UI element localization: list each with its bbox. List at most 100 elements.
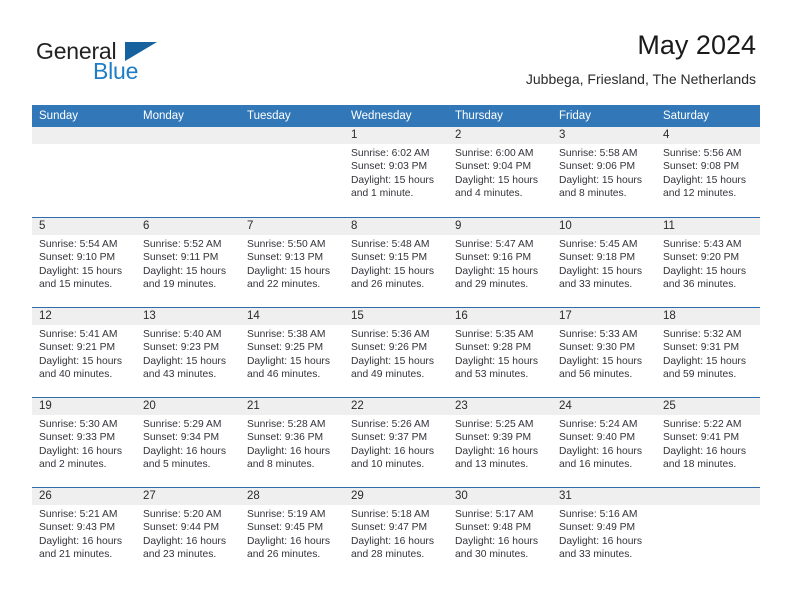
day-details: Sunrise: 5:33 AM Sunset: 9:30 PM Daylight:… bbox=[559, 328, 650, 382]
calendar-day-cell[interactable]: 23 Sunrise: 5:25 AM Sunset: 9:39 PM Dayligh… bbox=[448, 398, 552, 487]
day-detail-line: and 29 minutes. bbox=[455, 279, 529, 291]
brand-logo[interactable]: General Blue bbox=[36, 38, 236, 94]
calendar-day-cell[interactable]: 9 Sunrise: 5:47 AM Sunset: 9:16 PM Daylight… bbox=[448, 218, 552, 307]
day-details: Sunrise: 5:30 AM Sunset: 9:33 PM Daylight:… bbox=[39, 418, 130, 472]
calendar-day-cell[interactable]: 7 Sunrise: 5:50 AM Sunset: 9:13 PM Daylight… bbox=[240, 218, 344, 307]
day-detail-line: Sunset: 9:03 PM bbox=[351, 161, 428, 173]
calendar-week-row: 26 Sunrise: 5:21 AM Sunset: 9:43 PM Dayligh… bbox=[32, 487, 760, 577]
day-details: Sunrise: 5:25 AM Sunset: 9:39 PM Daylight:… bbox=[455, 418, 546, 472]
day-detail-line: Sunset: 9:04 PM bbox=[455, 161, 532, 173]
calendar-grid: Sunday Monday Tuesday Wednesday Thursday Frid… bbox=[32, 105, 760, 577]
calendar-day-cell[interactable]: 19 Sunrise: 5:30 AM Sunset: 9:33 PM Dayligh… bbox=[32, 398, 136, 487]
day-detail-line: Daylight: 16 hours bbox=[39, 535, 122, 547]
day-detail-line: and 4 minutes. bbox=[455, 188, 523, 200]
day-detail-line: Daylight: 15 hours bbox=[247, 265, 330, 277]
calendar-day-cell[interactable]: 1 Sunrise: 6:02 AM Sunset: 9:03 PM Daylight… bbox=[344, 127, 448, 217]
day-details: Sunrise: 5:52 AM Sunset: 9:11 PM Daylight:… bbox=[143, 238, 234, 292]
weekday-header-wednesday: Wednesday bbox=[351, 110, 412, 122]
day-detail-line: Sunrise: 5:18 AM bbox=[351, 509, 430, 520]
calendar-day-cell[interactable]: 30 Sunrise: 5:17 AM Sunset: 9:48 PM Dayligh… bbox=[448, 488, 552, 577]
day-detail-line: and 49 minutes. bbox=[351, 369, 425, 381]
day-detail-line: Sunset: 9:33 PM bbox=[39, 432, 116, 444]
day-number: 3 bbox=[559, 129, 566, 141]
calendar-day-cell[interactable]: 12 Sunrise: 5:41 AM Sunset: 9:21 PM Dayligh… bbox=[32, 308, 136, 397]
day-detail-line: Sunset: 9:23 PM bbox=[143, 342, 220, 354]
day-detail-line: and 19 minutes. bbox=[143, 279, 217, 291]
weekday-header-tuesday: Tuesday bbox=[247, 110, 291, 122]
day-number bbox=[143, 127, 234, 144]
day-detail-line: Sunset: 9:18 PM bbox=[559, 252, 636, 264]
calendar-day-cell[interactable]: 27 Sunrise: 5:20 AM Sunset: 9:44 PM Dayligh… bbox=[136, 488, 240, 577]
day-detail-line: Sunset: 9:08 PM bbox=[663, 161, 740, 173]
day-number: 8 bbox=[351, 220, 358, 232]
calendar-day-cell[interactable]: 18 Sunrise: 5:32 AM Sunset: 9:31 PM Dayligh… bbox=[656, 308, 760, 397]
day-number: 4 bbox=[663, 129, 670, 141]
day-detail-line: Sunrise: 5:17 AM bbox=[455, 509, 534, 520]
day-number: 30 bbox=[455, 490, 468, 502]
calendar-day-cell[interactable]: 17 Sunrise: 5:33 AM Sunset: 9:30 PM Dayligh… bbox=[552, 308, 656, 397]
day-detail-line: Daylight: 15 hours bbox=[143, 355, 226, 367]
day-detail-line: and 5 minutes. bbox=[143, 459, 211, 471]
day-number: 25 bbox=[663, 400, 676, 412]
calendar-day-cell[interactable]: 4 Sunrise: 5:56 AM Sunset: 9:08 PM Daylight… bbox=[656, 127, 760, 217]
calendar-day-cell[interactable]: 11 Sunrise: 5:43 AM Sunset: 9:20 PM Dayligh… bbox=[656, 218, 760, 307]
calendar-day-cell[interactable]: 6 Sunrise: 5:52 AM Sunset: 9:11 PM Daylight… bbox=[136, 218, 240, 307]
day-number: 7 bbox=[247, 220, 254, 232]
day-detail-line: and 26 minutes. bbox=[351, 279, 425, 291]
day-number bbox=[247, 127, 338, 144]
calendar-day-cell[interactable]: 26 Sunrise: 5:21 AM Sunset: 9:43 PM Dayligh… bbox=[32, 488, 136, 577]
day-details: Sunrise: 5:54 AM Sunset: 9:10 PM Daylight:… bbox=[39, 238, 130, 292]
day-detail-line: Daylight: 15 hours bbox=[351, 265, 434, 277]
calendar-day-cell[interactable]: 10 Sunrise: 5:45 AM Sunset: 9:18 PM Dayligh… bbox=[552, 218, 656, 307]
day-number: 17 bbox=[559, 310, 572, 322]
calendar-day-cell[interactable]: 8 Sunrise: 5:48 AM Sunset: 9:15 PM Daylight… bbox=[344, 218, 448, 307]
day-detail-line: Daylight: 15 hours bbox=[663, 355, 746, 367]
day-detail-line: Sunset: 9:44 PM bbox=[143, 522, 220, 534]
calendar-day-cell[interactable]: 22 Sunrise: 5:26 AM Sunset: 9:37 PM Dayligh… bbox=[344, 398, 448, 487]
day-detail-line: Daylight: 15 hours bbox=[455, 265, 538, 277]
day-detail-line: Sunset: 9:41 PM bbox=[663, 432, 740, 444]
day-number: 27 bbox=[143, 490, 156, 502]
calendar-day-cell[interactable]: 28 Sunrise: 5:19 AM Sunset: 9:45 PM Dayligh… bbox=[240, 488, 344, 577]
calendar-week-row: 12 Sunrise: 5:41 AM Sunset: 9:21 PM Dayligh… bbox=[32, 307, 760, 397]
calendar-day-cell[interactable]: 16 Sunrise: 5:35 AM Sunset: 9:28 PM Dayligh… bbox=[448, 308, 552, 397]
day-detail-line: Sunrise: 5:38 AM bbox=[247, 329, 326, 340]
day-detail-line: Daylight: 16 hours bbox=[559, 535, 642, 547]
calendar-day-cell[interactable]: 31 Sunrise: 5:16 AM Sunset: 9:49 PM Dayligh… bbox=[552, 488, 656, 577]
day-details: Sunrise: 5:56 AM Sunset: 9:08 PM Daylight:… bbox=[663, 147, 754, 201]
day-detail-line: Sunrise: 5:35 AM bbox=[455, 329, 534, 340]
calendar-day-cell[interactable]: 25 Sunrise: 5:22 AM Sunset: 9:41 PM Dayligh… bbox=[656, 398, 760, 487]
day-detail-line: Sunset: 9:06 PM bbox=[559, 161, 636, 173]
day-detail-line: Daylight: 16 hours bbox=[143, 535, 226, 547]
calendar-day-cell[interactable]: 13 Sunrise: 5:40 AM Sunset: 9:23 PM Dayligh… bbox=[136, 308, 240, 397]
calendar-day-cell[interactable]: 29 Sunrise: 5:18 AM Sunset: 9:47 PM Dayligh… bbox=[344, 488, 448, 577]
calendar-day-cell[interactable]: 24 Sunrise: 5:24 AM Sunset: 9:40 PM Dayligh… bbox=[552, 398, 656, 487]
day-details: Sunrise: 5:35 AM Sunset: 9:28 PM Daylight:… bbox=[455, 328, 546, 382]
day-detail-line: and 36 minutes. bbox=[663, 279, 737, 291]
day-number bbox=[39, 127, 130, 144]
calendar-day-cell[interactable]: 14 Sunrise: 5:38 AM Sunset: 9:25 PM Dayligh… bbox=[240, 308, 344, 397]
day-number: 12 bbox=[39, 310, 52, 322]
day-detail-line: Sunset: 9:13 PM bbox=[247, 252, 324, 264]
calendar-day-cell[interactable]: 20 Sunrise: 5:29 AM Sunset: 9:34 PM Dayligh… bbox=[136, 398, 240, 487]
calendar-week-row: 19 Sunrise: 5:30 AM Sunset: 9:33 PM Dayligh… bbox=[32, 397, 760, 487]
day-detail-line: and 56 minutes. bbox=[559, 369, 633, 381]
day-detail-line: Daylight: 16 hours bbox=[455, 445, 538, 457]
day-detail-line: Sunrise: 5:47 AM bbox=[455, 239, 534, 250]
calendar-day-cell[interactable]: 3 Sunrise: 5:58 AM Sunset: 9:06 PM Daylight… bbox=[552, 127, 656, 217]
day-details: Sunrise: 5:45 AM Sunset: 9:18 PM Daylight:… bbox=[559, 238, 650, 292]
day-details: Sunrise: 5:47 AM Sunset: 9:16 PM Daylight:… bbox=[455, 238, 546, 292]
day-number: 11 bbox=[663, 220, 675, 232]
calendar-day-cell[interactable]: 5 Sunrise: 5:54 AM Sunset: 9:10 PM Daylight… bbox=[32, 218, 136, 307]
calendar-day-cell[interactable]: 2 Sunrise: 6:00 AM Sunset: 9:04 PM Daylight… bbox=[448, 127, 552, 217]
weekday-header-row: Sunday Monday Tuesday Wednesday Thursday Frid… bbox=[32, 105, 760, 127]
day-detail-line: Sunset: 9:16 PM bbox=[455, 252, 532, 264]
calendar-day-cell[interactable]: 15 Sunrise: 5:36 AM Sunset: 9:26 PM Dayligh… bbox=[344, 308, 448, 397]
day-detail-line: Sunrise: 5:26 AM bbox=[351, 419, 430, 430]
calendar-day-cell[interactable]: 21 Sunrise: 5:28 AM Sunset: 9:36 PM Dayligh… bbox=[240, 398, 344, 487]
day-detail-line: Sunrise: 5:40 AM bbox=[143, 329, 222, 340]
weekday-header-friday: Friday bbox=[559, 110, 591, 122]
day-detail-line: Daylight: 16 hours bbox=[351, 445, 434, 457]
day-details: Sunrise: 5:40 AM Sunset: 9:23 PM Daylight:… bbox=[143, 328, 234, 382]
day-detail-line: and 12 minutes. bbox=[663, 188, 737, 200]
